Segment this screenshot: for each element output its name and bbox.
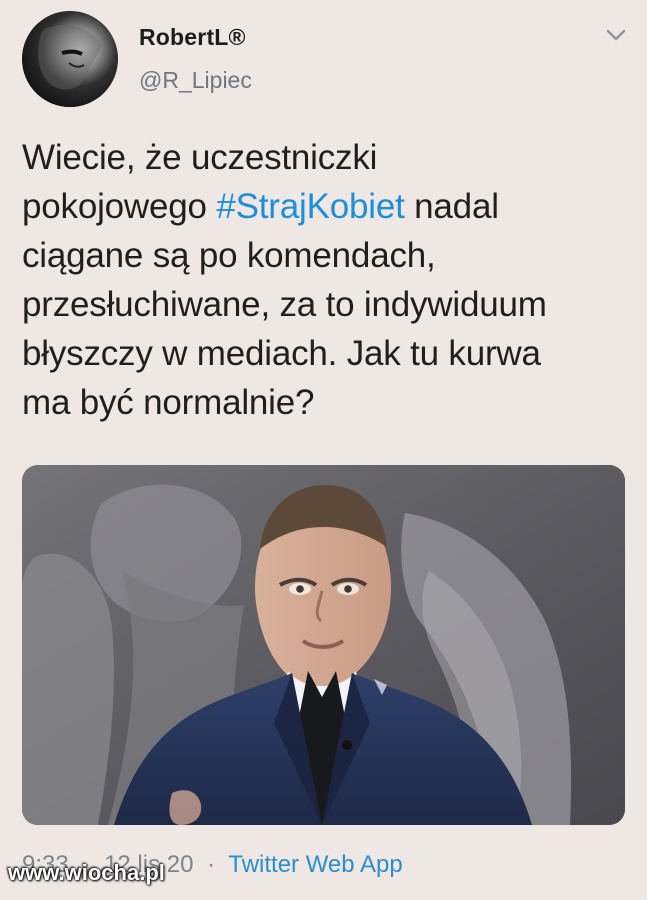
tweet-text-segment: pokojowego (22, 187, 217, 226)
hashtag-link[interactable]: #StrajKobiet (216, 187, 404, 226)
meta-separator: · (207, 851, 216, 878)
tweet-source[interactable]: Twitter Web App (228, 851, 402, 878)
media-illustration (22, 465, 625, 825)
tweet-text-segment: nadal (404, 187, 499, 226)
tweet-card: RobertL® @R_Lipiec Wiecie, że uczestnicz… (0, 0, 647, 900)
tweet-media-image[interactable] (22, 465, 625, 825)
tweet-text-line: pokojowego #StrajKobiet nadal (22, 182, 632, 231)
tweet-text-line: Wiecie, że uczestniczki (22, 138, 378, 177)
chevron-down-icon[interactable] (605, 26, 627, 44)
tweet-text-line: ciągane są po komendach, (22, 236, 436, 275)
author-handle[interactable]: @R_Lipiec (139, 67, 252, 94)
tweet-text-line: ma być normalnie? (22, 383, 315, 422)
watermark-text: www.wiocha.pl (8, 860, 165, 885)
tweet-text: Wiecie, że uczestniczki pokojowego #Stra… (22, 133, 632, 427)
tweet-text-line: błyszczy w mediach. Jak tu kurwa (22, 334, 541, 373)
author-display-name[interactable]: RobertL® (139, 24, 246, 51)
avatar-image (22, 11, 118, 107)
tweet-text-line: przesłuchiwane, za to indywiduum (22, 285, 547, 324)
avatar-icon[interactable] (22, 11, 118, 107)
